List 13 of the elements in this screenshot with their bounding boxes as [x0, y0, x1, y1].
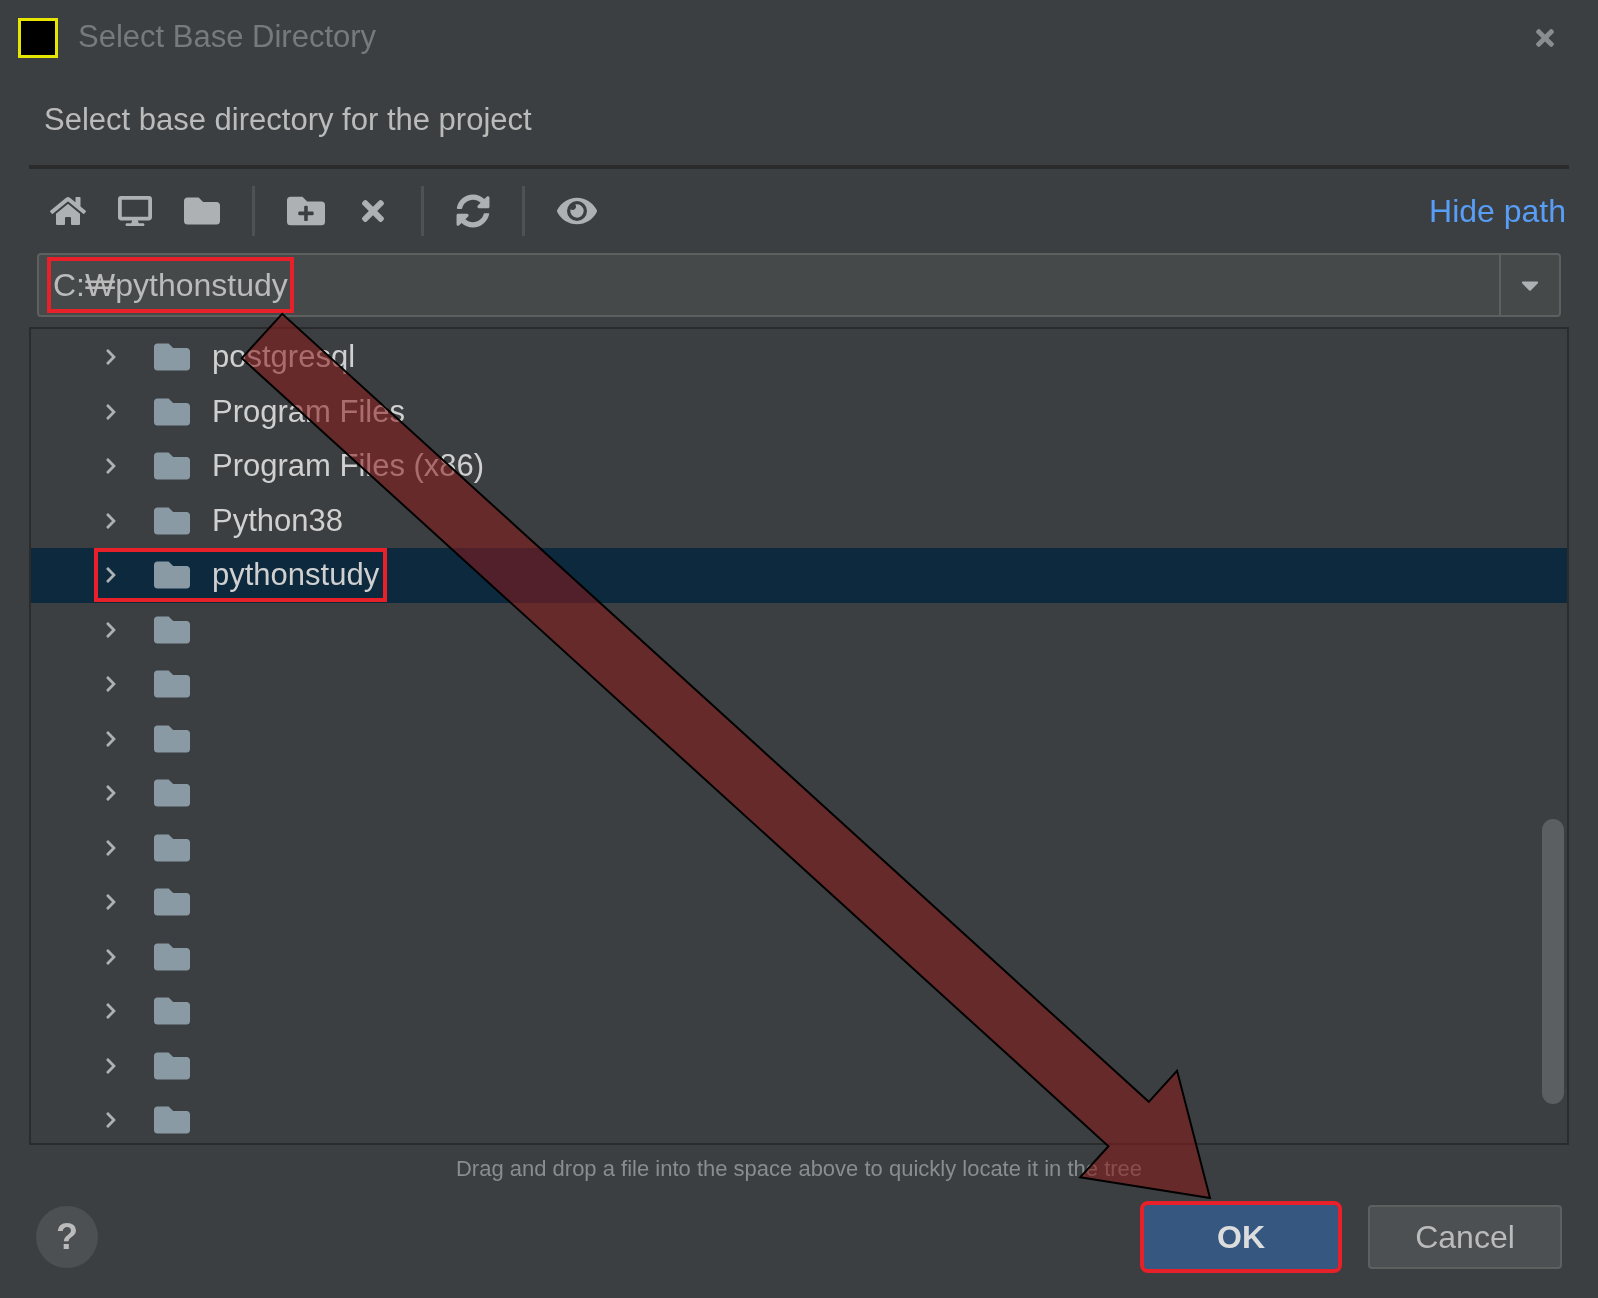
- folder-name: Python38: [212, 501, 343, 540]
- folder-name: pythonstudy: [212, 556, 380, 594]
- scrollbar-thumb[interactable]: [1542, 819, 1564, 1104]
- hide-path-link[interactable]: Hide path: [1429, 187, 1566, 235]
- tree-row[interactable]: pythonstudy: [31, 548, 1567, 603]
- tree-row[interactable]: Python38: [31, 493, 1567, 548]
- cancel-button[interactable]: Cancel: [1368, 1205, 1562, 1269]
- path-field[interactable]: C:₩pythonstudy: [37, 253, 1561, 317]
- dialog-prompt: Select base directory for the project: [44, 100, 532, 139]
- desktop-icon[interactable]: [118, 194, 152, 228]
- refresh-icon[interactable]: [456, 194, 490, 228]
- help-button[interactable]: ?: [36, 1206, 98, 1268]
- window-title: Select Base Directory: [78, 18, 377, 57]
